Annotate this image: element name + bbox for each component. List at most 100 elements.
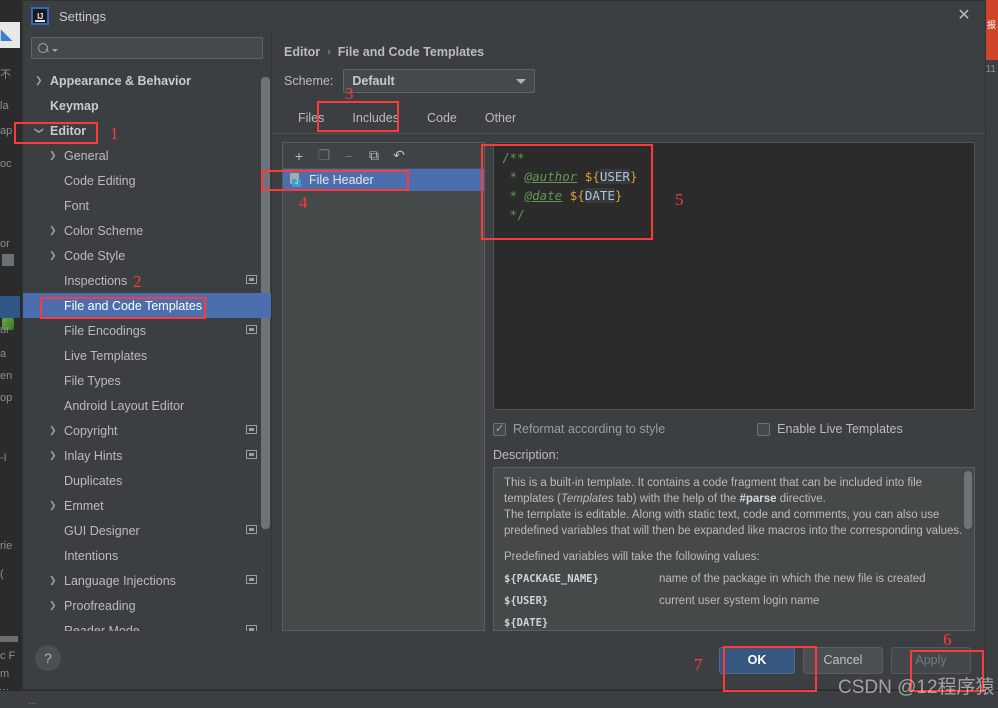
code-line: */ (502, 205, 966, 224)
sidebar-item-duplicates[interactable]: Duplicates (23, 468, 271, 493)
background-fragment: c F (0, 650, 16, 662)
sidebar-item-intentions[interactable]: Intentions (23, 543, 271, 568)
code-token-comment (562, 188, 570, 203)
code-line: * @author ${USER} (502, 167, 966, 186)
background-bottom-marker (0, 636, 18, 642)
add-icon[interactable]: + (288, 146, 310, 166)
description-paragraph-1: This is a built-in template. It contains… (504, 475, 964, 507)
sidebar-item-appearance-behavior[interactable]: Appearance & Behavior (23, 68, 271, 93)
breadcrumb-current: File and Code Templates (337, 45, 485, 59)
sidebar-item-copyright[interactable]: Copyright (23, 418, 271, 443)
code-token-brace: } (614, 188, 623, 203)
tab-code[interactable]: Code (413, 105, 471, 133)
ok-button[interactable]: OK (719, 646, 795, 674)
sidebar-item-emmet[interactable]: Emmet (23, 493, 271, 518)
template-file-icon: J (289, 173, 303, 187)
template-code-editor[interactable]: /** * @author ${USER} * @date ${DATE} */ (493, 142, 975, 410)
breadcrumb-parent[interactable]: Editor (284, 45, 320, 59)
background-fragment: m (0, 668, 10, 680)
help-question-icon[interactable]: ? (35, 645, 61, 671)
background-fragment: ur (0, 324, 10, 336)
chevron-right-icon[interactable] (49, 426, 61, 435)
sidebar-item-code-editing[interactable]: Code Editing (23, 168, 271, 193)
chevron-right-icon[interactable] (49, 501, 61, 510)
sidebar-item-inspections[interactable]: Inspections (23, 268, 271, 293)
chevron-right-icon[interactable] (35, 76, 47, 85)
chevron-right-icon[interactable] (49, 151, 61, 160)
description-scrollbar[interactable] (964, 471, 972, 529)
sidebar-item-file-types[interactable]: File Types (23, 368, 271, 393)
sidebar-item-reader-mode[interactable]: Reader Mode (23, 618, 271, 631)
live-templates-checkbox[interactable] (757, 422, 771, 436)
reset-icon[interactable]: ↶ (388, 146, 410, 166)
chevron-down-icon[interactable] (35, 126, 47, 135)
sidebar-item-color-scheme[interactable]: Color Scheme (23, 218, 271, 243)
sidebar-item-general[interactable]: General (23, 143, 271, 168)
code-line: /** (502, 148, 966, 167)
description-variable-desc: name of the package in which the new fil… (659, 573, 926, 585)
code-token-comment: * (502, 169, 525, 184)
sidebar-item-android-layout-editor[interactable]: Android Layout Editor (23, 393, 271, 418)
tab-files[interactable]: Files (284, 105, 338, 133)
apply-button[interactable]: Apply (891, 646, 971, 674)
background-orange-tab: 报 (986, 0, 998, 60)
background-gray-marker (2, 254, 14, 266)
search-input[interactable] (58, 41, 256, 55)
project-scope-icon (246, 450, 257, 459)
sidebar-item-inlay-hints[interactable]: Inlay Hints (23, 443, 271, 468)
duplicate-icon[interactable]: ⧉ (363, 146, 385, 166)
chevron-right-icon[interactable] (49, 601, 61, 610)
sidebar-item-label: Appearance & Behavior (50, 73, 192, 88)
breadcrumb-separator-icon: › (327, 46, 331, 58)
template-tabs: Files Includes Code Other (272, 105, 985, 134)
search-box[interactable] (31, 37, 263, 59)
code-token-comment: * (502, 188, 525, 203)
template-name: File Header (309, 173, 374, 187)
sidebar-item-file-encodings[interactable]: File Encodings (23, 318, 271, 343)
sidebar-item-gui-designer[interactable]: GUI Designer (23, 518, 271, 543)
settings-sidebar: Appearance & Behavior Keymap Editor General… (23, 31, 271, 631)
desc-p1-c: directive. (776, 493, 826, 505)
background-orange-label: 报 (986, 20, 996, 29)
sidebar-item-file-and-code-templates[interactable]: File and Code Templates (23, 293, 271, 318)
search-icon (38, 42, 51, 55)
background-fragment: en (0, 370, 13, 382)
sidebar-item-code-style[interactable]: Code Style (23, 243, 271, 268)
settings-tree: Appearance & Behavior Keymap Editor General… (23, 67, 271, 631)
cancel-button[interactable]: Cancel (803, 646, 883, 674)
tab-other[interactable]: Other (471, 105, 530, 133)
sidebar-item-keymap[interactable]: Keymap (23, 93, 271, 118)
chevron-down-icon (516, 78, 527, 84)
description-box: This is a built-in template. It contains… (493, 467, 975, 631)
template-options-row: Reformat according to style Enable Live … (493, 422, 975, 436)
sidebar-item-language-injections[interactable]: Language Injections (23, 568, 271, 593)
project-scope-icon (246, 325, 257, 334)
reformat-checkbox[interactable] (493, 422, 506, 436)
template-items: J File Header (283, 169, 484, 630)
tab-includes[interactable]: Includes (338, 105, 413, 133)
project-scope-icon (246, 575, 257, 584)
sidebar-item-proofreading[interactable]: Proofreading (23, 593, 271, 618)
scheme-select[interactable]: Default (343, 69, 536, 93)
sidebar-item-label: Font (64, 198, 90, 213)
description-variable-row: ${DATE} (504, 615, 964, 630)
sidebar-item-label: Duplicates (64, 473, 123, 488)
code-token-tag: @author (524, 169, 578, 184)
sidebar-item-label: Android Layout Editor (64, 398, 185, 413)
sidebar-item-live-templates[interactable]: Live Templates (23, 343, 271, 368)
sidebar-item-editor[interactable]: Editor (23, 118, 271, 143)
chevron-right-icon[interactable] (49, 576, 61, 585)
sidebar-item-label: Intentions (64, 548, 119, 563)
scheme-label: Scheme: (284, 74, 334, 88)
background-fragment: la (0, 100, 9, 112)
chevron-right-icon[interactable] (49, 451, 61, 460)
sidebar-item-label: Reader Mode (64, 623, 140, 632)
sidebar-item-label: Language Injections (64, 573, 176, 588)
chevron-right-icon[interactable] (49, 251, 61, 260)
sidebar-item-label: General (64, 148, 109, 163)
close-icon[interactable]: ✕ (955, 8, 973, 26)
sidebar-item-font[interactable]: Font (23, 193, 271, 218)
chevron-right-icon[interactable] (49, 226, 61, 235)
template-list-item[interactable]: J File Header (283, 169, 484, 191)
